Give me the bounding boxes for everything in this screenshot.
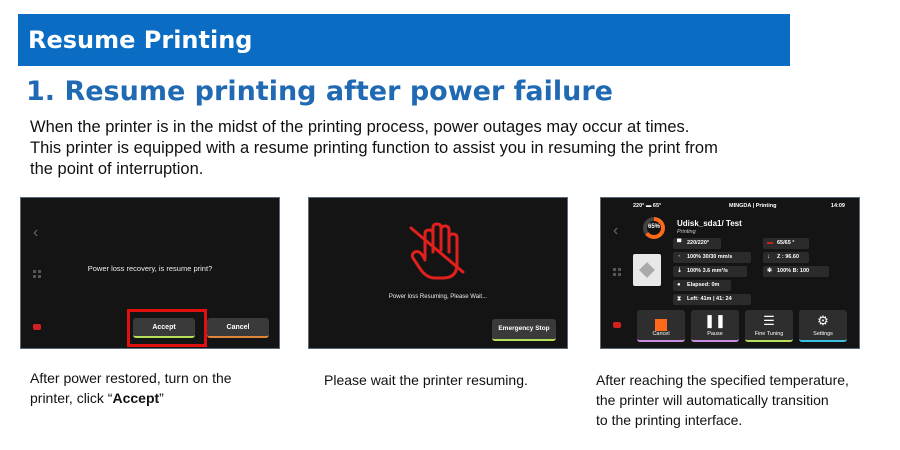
- progress-percent: 65%: [647, 224, 660, 230]
- section-banner: Resume Printing: [18, 14, 790, 66]
- printer-status: MINGDA | Printing: [729, 203, 777, 209]
- error-indicator-icon: [33, 324, 41, 330]
- menu-grid-icon[interactable]: [613, 268, 621, 276]
- print-state: Printing: [677, 229, 696, 235]
- intro-line: When the printer is in the midst of the …: [30, 118, 690, 136]
- elapsed-time: ● Elapsed: 0m: [673, 280, 731, 291]
- screen-printing: 220° ▬ 65° MINGDA | Printing 14:09 ‹ 65%…: [600, 197, 860, 349]
- flow-icon: ⇣: [677, 268, 683, 274]
- fan-icon: ✻: [767, 268, 773, 274]
- resuming-message: Power loss Resuming, Please Wait...: [388, 294, 488, 300]
- back-arrow-icon[interactable]: ‹: [613, 222, 618, 240]
- gear-icon: ⚙: [817, 313, 829, 328]
- status-bar: 220° ▬ 65° MINGDA | Printing 14:09: [601, 198, 859, 212]
- nozzle-temp[interactable]: ▀ 220/220°: [673, 238, 721, 249]
- sliders-icon: ☰: [763, 313, 775, 328]
- recovery-prompt: Power loss recovery, is resume print?: [87, 264, 213, 273]
- z-axis-icon: ↓: [767, 254, 770, 260]
- caption-step-3: After reaching the specified temperature…: [596, 372, 849, 428]
- bed-icon: ▬: [767, 240, 773, 246]
- banner-title: Resume Printing: [28, 26, 253, 54]
- fan-stat[interactable]: ✻ 100% B: 100: [763, 266, 829, 277]
- caption-step-2: Please wait the printer resuming.: [324, 372, 528, 388]
- model-thumbnail: [633, 254, 661, 286]
- nozzle-icon: ▀: [677, 240, 682, 246]
- accept-highlight-box: [127, 309, 207, 347]
- z-position[interactable]: ↓ Z : 96.60: [763, 252, 809, 263]
- stop-hand-icon: [409, 222, 465, 280]
- fine-tuning-button[interactable]: ☰ Fine Tuning: [745, 310, 793, 342]
- clock: 14:09: [830, 203, 845, 209]
- speed-stat[interactable]: ◔ 100% 30/30 mm/s: [673, 252, 751, 263]
- time-left: ⧗ Left: 41m | 41: 24: [673, 294, 751, 305]
- hourglass-icon: ⧗: [677, 296, 682, 302]
- intro-line: This printer is equipped with a resume p…: [30, 139, 718, 157]
- error-indicator-icon: [613, 322, 621, 328]
- cancel-button[interactable]: Cancel: [207, 318, 269, 338]
- intro-line: the point of interruption.: [30, 160, 204, 178]
- caption-step-1: After power restored, turn on the printe…: [30, 370, 232, 406]
- flow-stat[interactable]: ⇣ 100% 3.6 mm³/s: [673, 266, 747, 277]
- pause-button[interactable]: ❚❚ Pause: [691, 310, 739, 342]
- temperature-readout: 220° ▬ 65°: [633, 203, 662, 209]
- screen-power-loss-prompt: ‹ Power loss recovery, is resume print? …: [20, 197, 280, 349]
- back-arrow-icon[interactable]: ‹: [33, 224, 38, 242]
- pause-icon: ❚❚: [704, 313, 726, 328]
- clock-icon: ●: [677, 282, 681, 288]
- speed-icon: ◔: [677, 254, 681, 260]
- stop-icon: [655, 319, 667, 331]
- file-name: Udisk_sda1/ Test: [677, 219, 742, 228]
- intro-paragraph: When the printer is in the midst of the …: [30, 117, 810, 180]
- settings-button[interactable]: ⚙ Settings: [799, 310, 847, 342]
- bed-temp[interactable]: ▬ 65/65 °: [763, 238, 809, 249]
- section-heading: 1. Resume printing after power failure: [26, 76, 613, 107]
- accept-emphasis: Accept: [112, 390, 160, 406]
- cancel-print-button[interactable]: Cancel: [637, 310, 685, 342]
- screen-resuming: Power loss Resuming, Please Wait... Emer…: [308, 197, 568, 349]
- emergency-stop-button[interactable]: Emergency Stop: [492, 319, 556, 341]
